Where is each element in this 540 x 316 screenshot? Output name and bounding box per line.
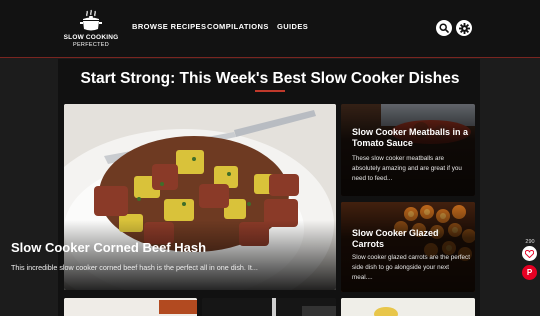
title-underline: [255, 90, 285, 92]
featured-recipe-description: This incredible slow cooker corned beef …: [11, 263, 258, 272]
recipe-card-row2-3[interactable]: [341, 298, 475, 316]
settings-button[interactable]: [456, 20, 472, 36]
gear-icon: [458, 22, 470, 34]
recipe-description-meatballs: These slow cooker meatballs are absolute…: [352, 155, 462, 182]
favorite-button[interactable]: [522, 246, 537, 261]
slow-cooker-logo-icon: [80, 9, 102, 31]
recipe-image-row2-2: [202, 298, 336, 316]
site-logo[interactable]: SLOW COOKING PERFECTED: [62, 8, 120, 50]
site-header: SLOW COOKING PERFECTED BROWSE RECIPES CO…: [0, 0, 540, 58]
pinterest-icon: P: [526, 268, 533, 277]
favorite-count: 290: [525, 239, 535, 245]
recipe-title-meatballs[interactable]: Slow Cooker Meatballs in a Tomato Sauce: [352, 127, 470, 149]
featured-overlay: [64, 220, 336, 290]
heart-icon: [525, 249, 534, 258]
recipe-card-row2-2[interactable]: [202, 298, 336, 316]
recipe-image-row2-1: [64, 298, 197, 316]
page-title: Start Strong: This Week's Best Slow Cook…: [80, 70, 460, 87]
recipe-description-glazed-carrots: Slow cooker glazed carrots are the perfe…: [352, 254, 470, 281]
recipe-card-glazed-carrots[interactable]: Slow Cooker Glazed Carrots Slow cooker g…: [341, 202, 475, 292]
recipe-card-meatballs[interactable]: Slow Cooker Meatballs in a Tomato Sauce …: [341, 104, 475, 196]
pinterest-save-button[interactable]: P: [522, 265, 537, 280]
nav-guides[interactable]: GUIDES: [277, 22, 308, 31]
search-button[interactable]: [436, 20, 452, 36]
nav-compilations[interactable]: COMPILATIONS: [207, 22, 269, 31]
logo-subtitle: PERFECTED: [72, 42, 109, 48]
logo-title: SLOW COOKING: [63, 34, 119, 41]
recipe-title-glazed-carrots[interactable]: Slow Cooker Glazed Carrots: [352, 228, 470, 250]
recipe-card-row2-1[interactable]: [64, 298, 197, 316]
nav-browse-recipes[interactable]: BROWSE RECIPES: [132, 22, 206, 31]
recipe-image-row2-3: [341, 298, 475, 316]
featured-recipe-title[interactable]: Slow Cooker Corned Beef Hash: [11, 240, 206, 255]
search-icon: [439, 23, 449, 33]
